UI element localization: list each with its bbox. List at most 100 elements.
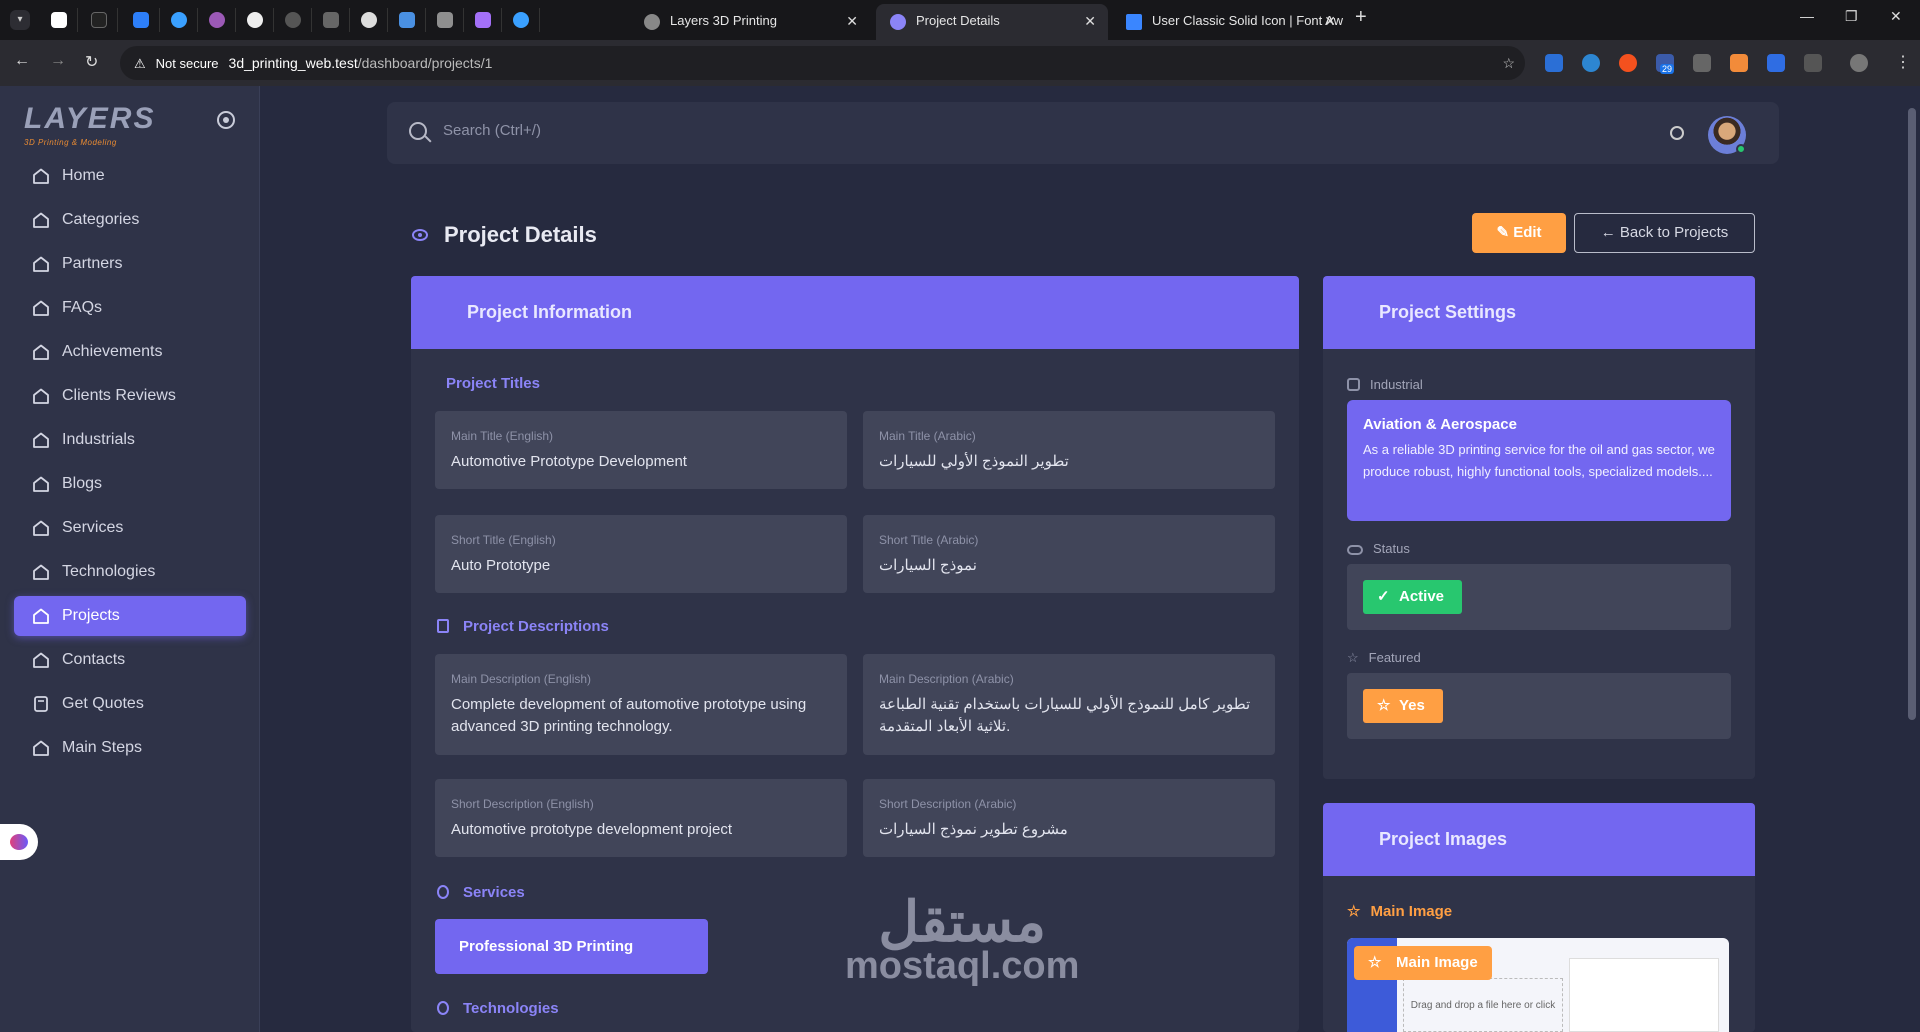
- services-heading: Services: [437, 884, 525, 901]
- edit-button-label: Edit: [1513, 224, 1542, 241]
- sidebar-item-categories[interactable]: Categories: [14, 200, 246, 240]
- sidebar-item-label: FAQs: [62, 299, 103, 316]
- pinned-tab[interactable]: [312, 8, 350, 32]
- sidebar-item-clients-reviews[interactable]: Clients Reviews: [14, 376, 246, 416]
- field-value: Automotive Prototype Development: [451, 453, 687, 470]
- tab-layers[interactable]: Layers 3D Printing ✕: [630, 4, 870, 40]
- close-icon[interactable]: ✕: [1324, 4, 1336, 38]
- pinned-tab[interactable]: [122, 8, 160, 32]
- sidebar-item-blogs[interactable]: Blogs: [14, 464, 246, 504]
- collapse-toggle-icon[interactable]: [217, 111, 235, 129]
- assistant-widget[interactable]: [0, 824, 38, 860]
- sidebar-item-label: Categories: [62, 211, 140, 228]
- extension-icon[interactable]: [1545, 54, 1563, 72]
- home-icon: [32, 388, 50, 404]
- main-desc-en-field: Main Description (English) Complete deve…: [435, 654, 847, 755]
- service-chip[interactable]: Professional 3D Printing: [435, 919, 708, 974]
- extension-icon[interactable]: [1582, 54, 1600, 72]
- sidebar-item-contacts[interactable]: Contacts: [14, 640, 246, 680]
- extension-icon[interactable]: [1619, 54, 1637, 72]
- search-input[interactable]: Search (Ctrl+/): [443, 122, 541, 139]
- sidebar-item-home[interactable]: Home: [14, 156, 246, 196]
- home-icon: [32, 608, 50, 624]
- close-icon[interactable]: ✕: [846, 4, 858, 38]
- sidebar-item-partners[interactable]: Partners: [14, 244, 246, 284]
- logo[interactable]: LAYERS: [24, 102, 155, 136]
- theme-sun-icon[interactable]: [1670, 126, 1684, 140]
- more-menu-icon[interactable]: ⋮: [1895, 52, 1911, 72]
- back-to-projects-button[interactable]: ← Back to Projects: [1574, 213, 1755, 253]
- sidebar-item-services[interactable]: Services: [14, 508, 246, 548]
- sidebar-item-main-steps[interactable]: Main Steps: [14, 728, 246, 768]
- bookmark-star-icon[interactable]: ☆: [1502, 46, 1515, 80]
- not-secure-label[interactable]: Not secure: [156, 56, 219, 71]
- sidebar-item-label: Partners: [62, 255, 123, 272]
- camera-icon[interactable]: [1693, 54, 1711, 72]
- short-desc-ar-field: Short Description (Arabic) مشروع تطوير ن…: [863, 779, 1275, 857]
- star-icon: ☆: [1347, 650, 1359, 665]
- close-icon[interactable]: ✕: [1084, 4, 1096, 38]
- section-title: Services: [463, 884, 525, 901]
- sidebar-item-industrials[interactable]: Industrials: [14, 420, 246, 460]
- sidebar-item-label: Contacts: [62, 651, 126, 668]
- home-icon: [32, 476, 50, 492]
- field-value: Complete development of automotive proto…: [451, 696, 807, 735]
- pinned-tab[interactable]: [40, 8, 78, 32]
- label-text: Featured: [1368, 650, 1421, 665]
- restore-icon[interactable]: ❐: [1845, 8, 1858, 25]
- pinned-tab[interactable]: [388, 8, 426, 32]
- pinned-tab[interactable]: [274, 8, 312, 32]
- tab-title: User Classic Solid Icon | Font Aw: [1152, 13, 1343, 28]
- avatar[interactable]: [1708, 116, 1746, 154]
- pinned-tab[interactable]: [350, 8, 388, 32]
- extension-icon[interactable]: 29: [1656, 54, 1675, 74]
- sidebar-item-get-quotes[interactable]: Get Quotes: [14, 684, 246, 724]
- tab-title: Layers 3D Printing: [670, 13, 777, 28]
- pinned-tab[interactable]: [160, 8, 198, 32]
- heart-icon: [890, 14, 906, 30]
- short-title-en-field: Short Title (English) Auto Prototype: [435, 515, 847, 593]
- minimize-icon[interactable]: —: [1800, 8, 1814, 24]
- extension-icon[interactable]: [1730, 54, 1748, 72]
- url-host: 3d_printing_web.test: [228, 55, 358, 71]
- tab-project-details[interactable]: Project Details ✕: [876, 4, 1108, 40]
- tab-font-awesome[interactable]: User Classic Solid Icon | Font Aw ✕: [1112, 4, 1348, 40]
- card-header: Project Settings: [1323, 276, 1755, 349]
- scrollbar-thumb[interactable]: [1908, 108, 1916, 720]
- translate-icon[interactable]: [1767, 54, 1785, 72]
- pinned-tab[interactable]: [464, 8, 502, 32]
- reload-icon[interactable]: ↻: [85, 52, 98, 72]
- edit-button[interactable]: ✎ Edit: [1472, 213, 1566, 253]
- featured-box: ☆ Yes: [1347, 673, 1731, 739]
- url-field[interactable]: ⚠ Not secure 3d_printing_web.test/dashboar…: [120, 46, 1525, 80]
- tab-title: Project Details: [916, 13, 1000, 28]
- page-scrollbar[interactable]: [1904, 86, 1920, 1032]
- field-label: Short Description (Arabic): [879, 797, 1017, 811]
- sidebar-item-achievements[interactable]: Achievements: [14, 332, 246, 372]
- home-icon: [32, 168, 50, 184]
- back-arrow-icon[interactable]: ←: [14, 52, 30, 70]
- sidebar-item-technologies[interactable]: Technologies: [14, 552, 246, 592]
- pinned-tab[interactable]: [426, 8, 464, 32]
- gear-icon: [437, 885, 449, 899]
- puzzle-icon[interactable]: [1804, 54, 1822, 72]
- github-icon[interactable]: [236, 8, 274, 32]
- profile-icon[interactable]: [1850, 54, 1868, 72]
- preview-panel: [1569, 958, 1719, 1032]
- window-close-icon[interactable]: ✕: [1890, 8, 1902, 25]
- pinned-tab[interactable]: [198, 8, 236, 32]
- tab-search-icon[interactable]: ▾: [10, 10, 30, 30]
- pinned-tab[interactable]: [80, 8, 118, 32]
- flag-icon: [1126, 14, 1142, 30]
- field-label: Short Description (English): [451, 797, 594, 811]
- pinned-tab[interactable]: [502, 8, 540, 32]
- search-icon[interactable]: [409, 122, 427, 140]
- sidebar-item-projects[interactable]: Projects: [14, 596, 246, 636]
- home-icon: [32, 652, 50, 668]
- card-header: Project Information: [411, 276, 1299, 349]
- project-descriptions-heading: Project Descriptions: [437, 618, 609, 635]
- main-desc-ar-field: Main Description (Arabic) تطوير كامل للن…: [863, 654, 1275, 755]
- forward-arrow-icon[interactable]: →: [50, 52, 66, 70]
- new-tab-icon[interactable]: +: [1355, 6, 1367, 29]
- sidebar-item-faqs[interactable]: FAQs: [14, 288, 246, 328]
